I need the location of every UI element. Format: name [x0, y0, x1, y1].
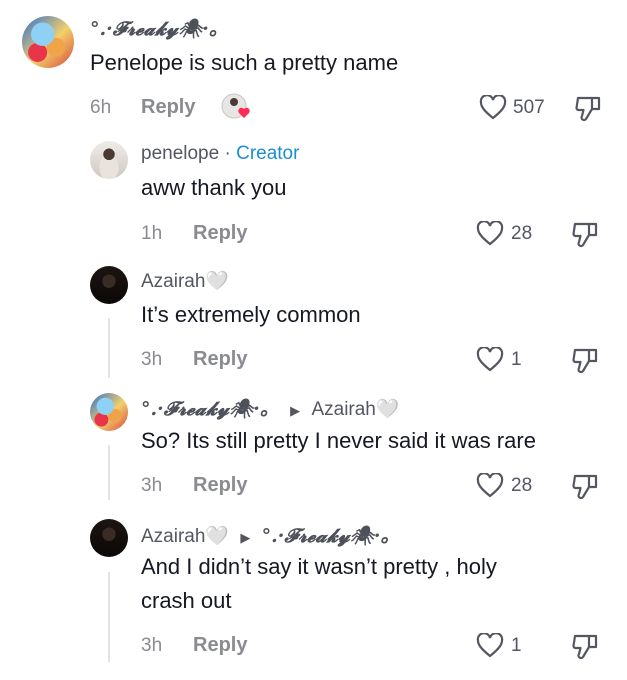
heart-outline-icon[interactable]: [476, 633, 504, 659]
comment-time: 3h: [141, 635, 163, 656]
like-count: 507: [513, 97, 545, 118]
comment-text-line-1: And I didn’t say it wasn’t pretty , holy: [141, 554, 497, 579]
comment-text: aww thank you: [141, 175, 287, 200]
dislike-icon[interactable]: [571, 632, 599, 660]
comment-text: It’s extremely common: [141, 302, 361, 327]
comment-text: Penelope is such a pretty name: [90, 50, 399, 75]
avatar[interactable]: [22, 16, 74, 68]
separator: ·: [224, 143, 231, 164]
comment-author-line: penelope · Creator: [141, 143, 299, 165]
reply-button[interactable]: Reply: [193, 222, 247, 245]
thread-line: [108, 572, 110, 662]
dislike-icon[interactable]: [571, 220, 599, 248]
like-count: 1: [511, 635, 522, 656]
thread-line: [108, 318, 110, 378]
reply-to-user[interactable]: °.·𝓕𝓻𝓮𝓪𝓴𝔂🕷·。: [262, 525, 400, 547]
comment-author[interactable]: Azairah🤍: [141, 269, 229, 293]
comment-author[interactable]: °.·𝓕𝓻𝓮𝓪𝓴𝔂🕷·。: [90, 14, 228, 41]
comment-text: So? Its still pretty I never said it was…: [141, 428, 536, 453]
comment-author[interactable]: °.·𝓕𝓻𝓮𝓪𝓴𝔂🕷·。: [141, 398, 279, 420]
comment-author-line: °.·𝓕𝓻𝓮𝓪𝓴𝔂🕷·。 ▶ Azairah🤍: [141, 394, 400, 421]
dislike-icon[interactable]: [571, 472, 599, 500]
like-count: 1: [511, 349, 522, 370]
like-count: 28: [511, 223, 533, 244]
heart-outline-icon[interactable]: [479, 95, 507, 121]
thread-line: [108, 445, 110, 500]
reply-button[interactable]: Reply: [193, 474, 247, 497]
comment-time: 3h: [141, 475, 163, 496]
comment-author[interactable]: penelope: [141, 143, 219, 164]
creator-badge: Creator: [236, 143, 300, 164]
like-count: 28: [511, 475, 533, 496]
reply-button[interactable]: Reply: [141, 96, 195, 119]
heart-outline-icon[interactable]: [476, 347, 504, 373]
liked-by-creator-icon: [220, 92, 256, 124]
comment-author[interactable]: Azairah🤍: [141, 526, 229, 547]
avatar[interactable]: [90, 519, 128, 557]
reply-button[interactable]: Reply: [193, 634, 247, 657]
heart-outline-icon[interactable]: [476, 473, 504, 499]
reply-to-user[interactable]: Azairah🤍: [311, 399, 399, 420]
comment-author-line: Azairah🤍 ▶ °.·𝓕𝓻𝓮𝓪𝓴𝔂🕷·。: [141, 521, 400, 548]
comment-time: 1h: [141, 223, 163, 244]
comment-time: 3h: [141, 349, 163, 370]
dislike-icon[interactable]: [574, 94, 602, 122]
comment-text-line-2: crash out: [141, 588, 232, 613]
heart-outline-icon[interactable]: [476, 221, 504, 247]
reply-arrow-icon: ▶: [240, 530, 251, 545]
reply-button[interactable]: Reply: [193, 348, 247, 371]
dislike-icon[interactable]: [571, 346, 599, 374]
avatar[interactable]: [90, 141, 128, 179]
comment-time: 6h: [90, 97, 112, 118]
avatar[interactable]: [90, 266, 128, 304]
reply-arrow-icon: ▶: [290, 403, 301, 418]
avatar[interactable]: [90, 393, 128, 431]
